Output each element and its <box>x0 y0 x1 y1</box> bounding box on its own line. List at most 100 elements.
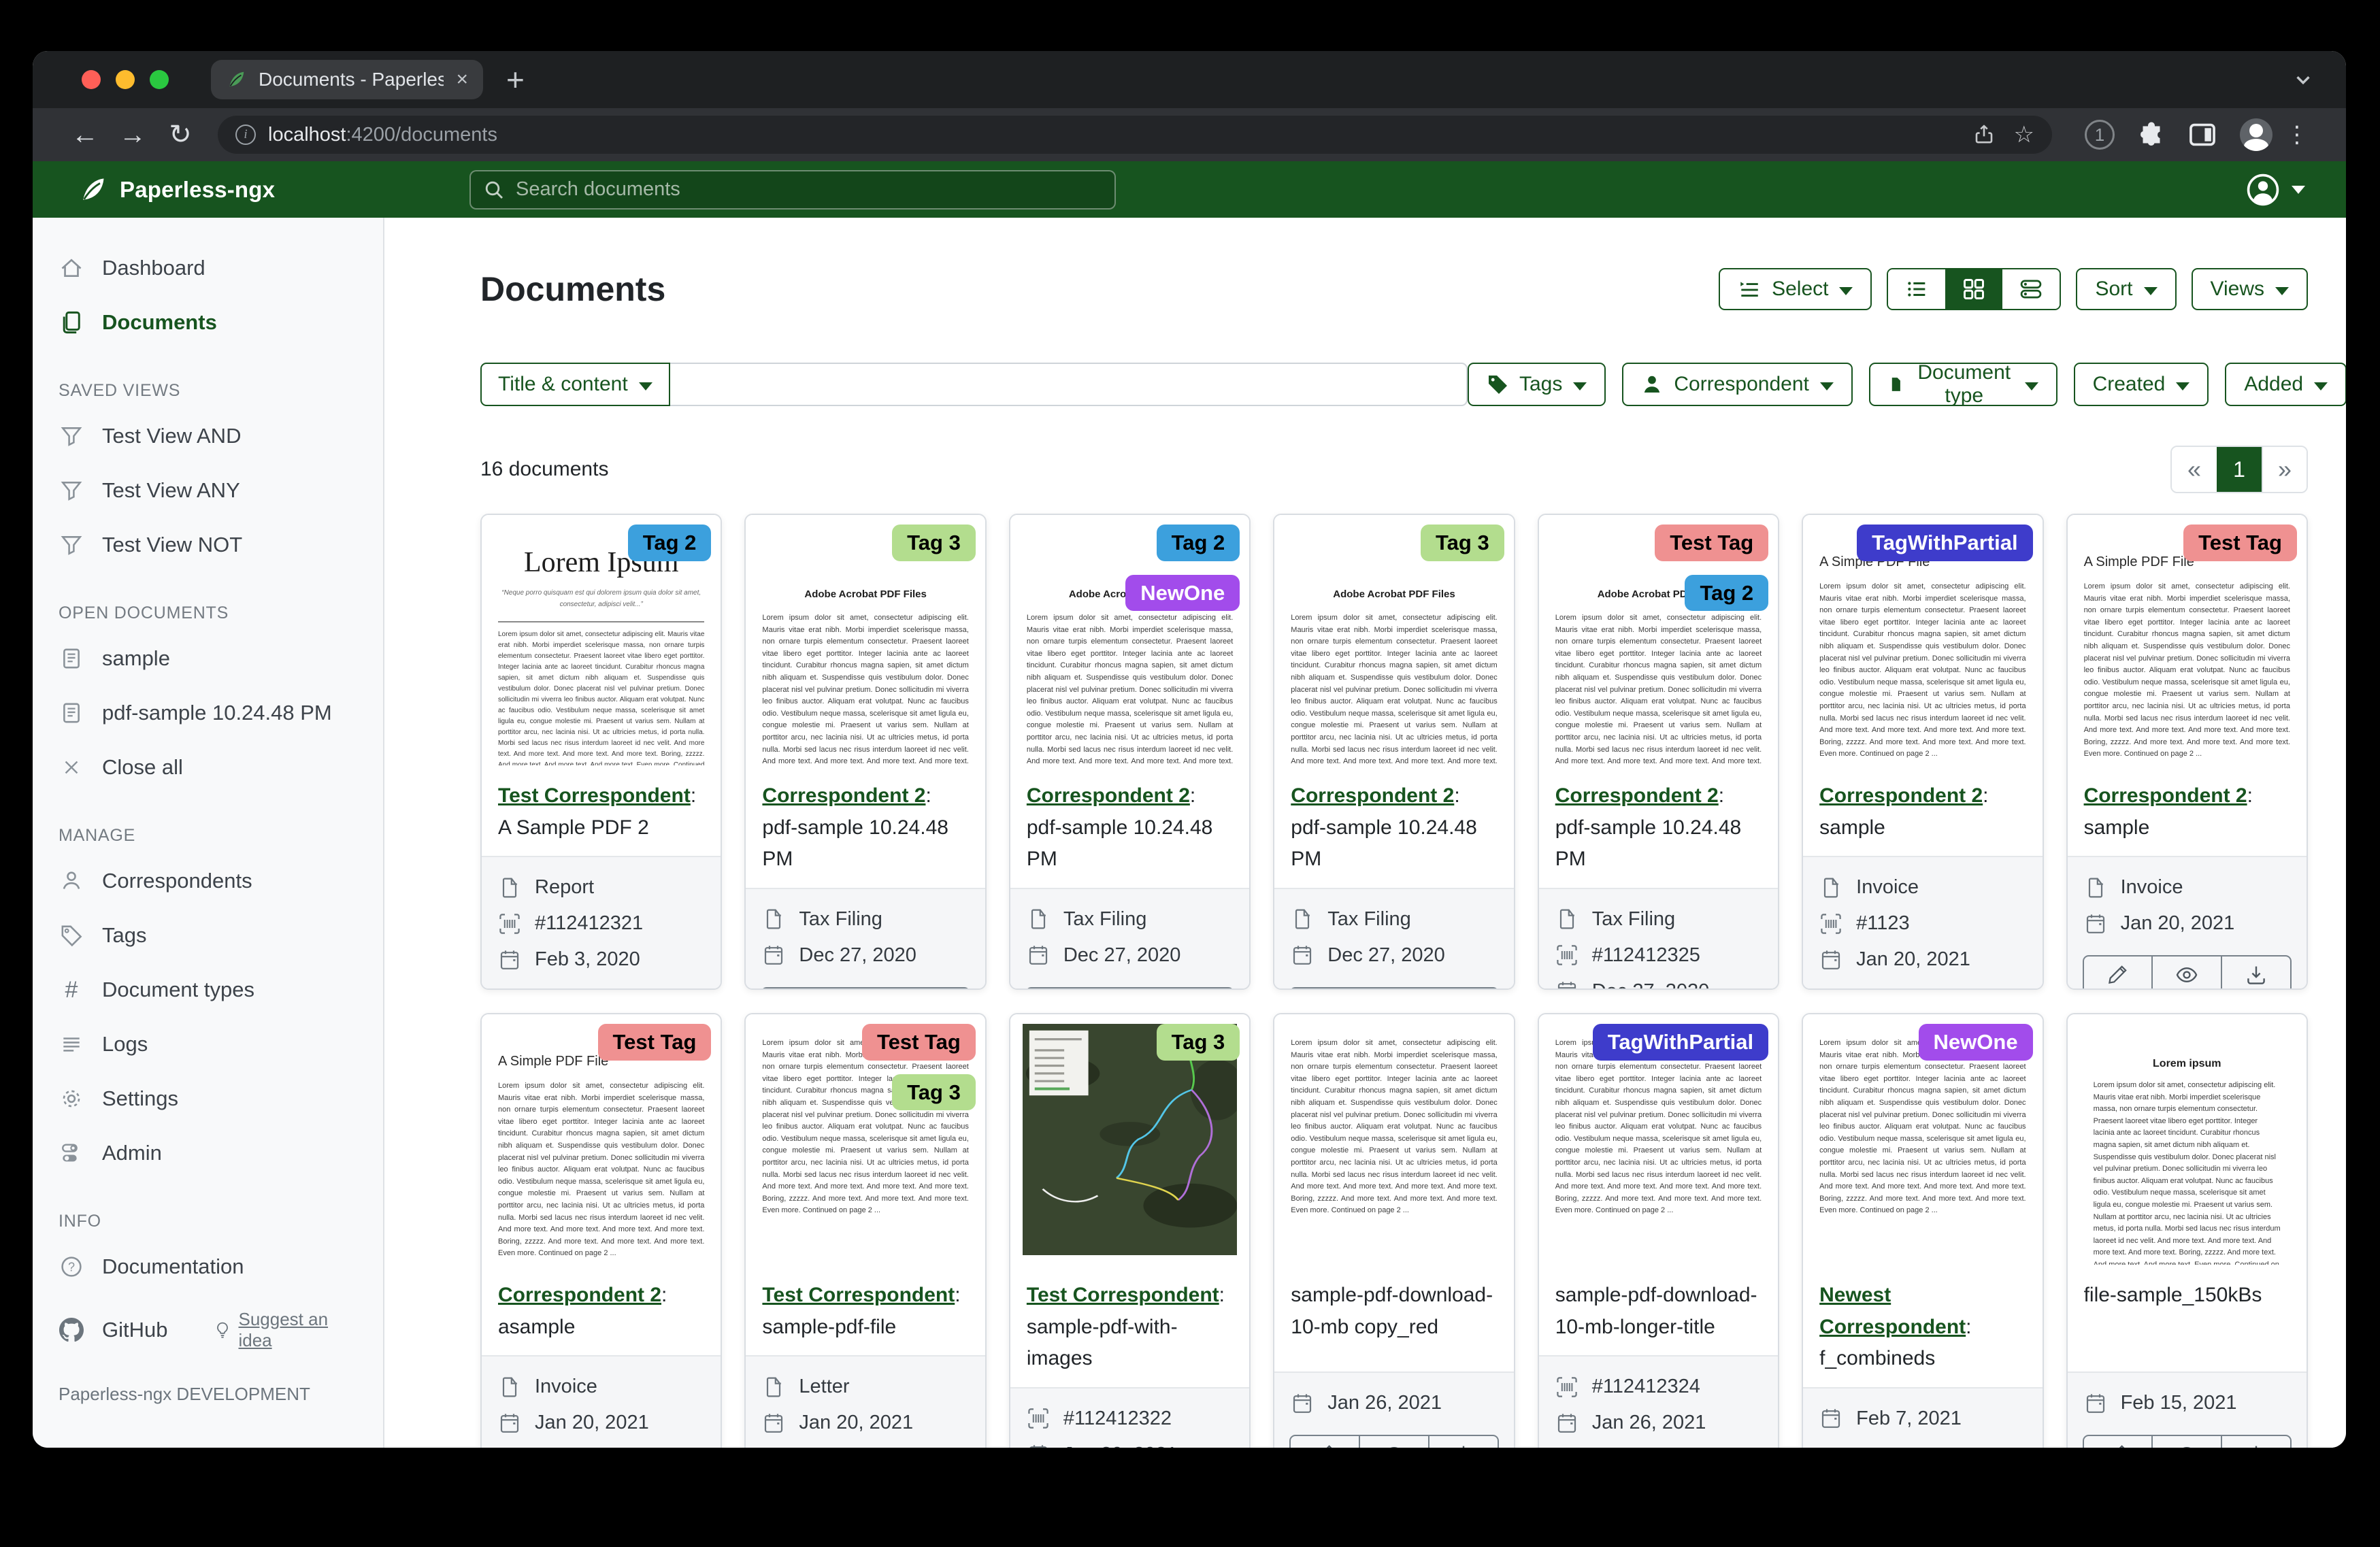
view-button[interactable] <box>831 987 901 991</box>
document-card[interactable]: Adobe Acrobat PDF Files “Neque porro qui… <box>1538 514 1779 990</box>
view-button[interactable] <box>2153 1435 2222 1448</box>
title-content-filter-input[interactable] <box>670 363 1468 406</box>
tag-badge[interactable]: Test Tag <box>2183 525 2297 561</box>
back-button[interactable]: ← <box>65 120 105 150</box>
download-button[interactable] <box>1165 987 1234 991</box>
tag-badge[interactable]: TagWithPartial <box>1857 525 2032 561</box>
edit-button[interactable] <box>2083 1435 2153 1448</box>
correspondent-link[interactable]: Test Correspondent <box>762 1284 955 1306</box>
download-button[interactable] <box>2222 1435 2292 1448</box>
correspondent-link[interactable]: Correspondent 2 <box>1819 784 1983 807</box>
tag-badge[interactable]: Tag 2 <box>1157 525 1240 561</box>
document-card[interactable]: Adobe Acrobat PDF Files “Neque porro qui… <box>1273 514 1515 990</box>
sidebar-item-test-view-any[interactable]: Test View ANY <box>33 463 383 518</box>
document-card[interactable]: “Neque porro quisquam est qui dolorem ip… <box>1273 1013 1515 1448</box>
share-icon[interactable] <box>1973 124 1995 146</box>
document-type-filter-button[interactable]: Document type <box>1869 363 2057 406</box>
sidebar-item-test-view-and[interactable]: Test View AND <box>33 409 383 463</box>
correspondent-link[interactable]: Correspondent 2 <box>762 784 925 807</box>
edit-button[interactable] <box>761 987 831 991</box>
sidebar-item-github[interactable]: GitHub Suggest an idea <box>33 1294 383 1366</box>
next-page-button[interactable]: » <box>2262 447 2307 492</box>
document-card[interactable]: “Neque porro quisquam est qui dolorem ip… <box>1802 1013 2043 1448</box>
tag-badge[interactable]: Tag 3 <box>892 525 976 561</box>
tag-badge[interactable]: Tag 2 <box>1685 575 1768 612</box>
tab-close-icon[interactable]: × <box>456 69 468 90</box>
document-thumbnail[interactable]: Adobe Acrobat PDF Files “Neque porro qui… <box>1539 515 1778 765</box>
address-bar[interactable]: i localhost:4200/documents ☆ <box>218 116 2052 154</box>
correspondent-link[interactable]: Test Correspondent <box>1027 1284 1219 1306</box>
select-button[interactable]: Select <box>1719 268 1872 310</box>
document-card[interactable]: “Neque porro quisquam est qui dolorem ip… <box>744 1013 986 1448</box>
edit-button[interactable] <box>1025 987 1096 991</box>
download-button[interactable] <box>901 987 970 991</box>
document-card[interactable]: A Simple PDF File “Neque porro quisquam … <box>1802 514 2043 990</box>
document-thumbnail[interactable]: Lorem Ipsum “Neque porro quisquam est qu… <box>482 515 721 765</box>
download-button[interactable] <box>1429 987 1499 991</box>
download-button[interactable] <box>1429 1435 1499 1448</box>
created-filter-button[interactable]: Created <box>2074 363 2209 406</box>
document-card[interactable]: “Neque porro quisquam est qui dolorem ip… <box>1009 1013 1251 1448</box>
detail-view-button[interactable] <box>2002 269 2060 309</box>
browser-menu-icon[interactable]: ⋮ <box>2281 121 2313 148</box>
correspondent-link[interactable]: Correspondent 2 <box>1555 784 1719 807</box>
document-card[interactable]: A Simple PDF File “Neque porro quisquam … <box>480 1013 722 1448</box>
sidebar-open-doc-pdf-sample[interactable]: pdf-sample 10.24.48 PM <box>33 686 383 740</box>
document-card[interactable]: “Neque porro quisquam est qui dolorem ip… <box>1538 1013 1779 1448</box>
minimize-window-button[interactable] <box>116 70 135 89</box>
document-thumbnail[interactable]: “Neque porro quisquam est qui dolorem ip… <box>1274 1014 1513 1265</box>
sidebar-item-settings[interactable]: Settings <box>33 1071 383 1126</box>
sidebar-item-documents[interactable]: Documents <box>33 295 383 350</box>
sidebar-open-doc-sample[interactable]: sample <box>33 631 383 686</box>
tag-badge[interactable]: NewOne <box>1919 1024 2033 1061</box>
view-button[interactable] <box>1096 987 1166 991</box>
edit-button[interactable] <box>2083 955 2153 990</box>
tag-badge[interactable]: Test Tag <box>1655 525 1768 561</box>
sidebar-item-correspondents[interactable]: Correspondents <box>33 854 383 908</box>
zoom-window-button[interactable] <box>150 70 169 89</box>
document-card[interactable]: A Simple PDF File “Neque porro quisquam … <box>2066 514 2308 990</box>
reload-button[interactable]: ↻ <box>161 119 200 150</box>
previous-page-button[interactable]: « <box>2172 447 2217 492</box>
sidebar-item-dashboard[interactable]: Dashboard <box>33 241 383 295</box>
document-thumbnail[interactable]: “Neque porro quisquam est qui dolorem ip… <box>1010 1014 1249 1265</box>
correspondent-link[interactable]: Newest Correspondent <box>1819 1284 1966 1338</box>
document-thumbnail[interactable]: Lorem ipsum “Neque porro quisquam est qu… <box>2068 1014 2307 1265</box>
tab-search-chevron-icon[interactable] <box>2293 69 2313 90</box>
sidebar-item-documentation[interactable]: ? Documentation <box>33 1240 383 1294</box>
sidebar-item-admin[interactable]: Admin <box>33 1126 383 1180</box>
forward-button[interactable]: → <box>113 120 152 150</box>
list-view-button[interactable] <box>1888 269 1945 309</box>
document-thumbnail[interactable]: A Simple PDF File “Neque porro quisquam … <box>1803 515 2042 765</box>
correspondent-link[interactable]: Correspondent 2 <box>2084 784 2247 807</box>
document-thumbnail[interactable]: A Simple PDF File “Neque porro quisquam … <box>2068 515 2307 765</box>
tag-badge[interactable]: Test Tag <box>862 1024 976 1061</box>
download-button[interactable] <box>2222 955 2292 990</box>
sidebar-item-tags[interactable]: Tags <box>33 908 383 963</box>
document-thumbnail[interactable]: Adobe Acrobat PDF Files “Neque porro qui… <box>1274 515 1513 765</box>
search-input[interactable] <box>514 178 1102 201</box>
correspondent-link[interactable]: Correspondent 2 <box>1027 784 1190 807</box>
user-menu[interactable] <box>2245 172 2305 207</box>
correspondent-link[interactable]: Test Correspondent <box>498 784 691 807</box>
password-manager-extension-icon[interactable]: 1 <box>2085 120 2115 150</box>
bookmark-star-icon[interactable]: ☆ <box>2014 121 2034 148</box>
tag-badge[interactable]: Tag 3 <box>1157 1024 1240 1061</box>
close-window-button[interactable] <box>82 70 101 89</box>
suggest-an-idea-link[interactable]: Suggest an idea <box>214 1309 357 1351</box>
tag-badge[interactable]: Test Tag <box>598 1024 712 1061</box>
edit-button[interactable] <box>1289 987 1360 991</box>
sidebar-item-document-types[interactable]: # Document types <box>33 963 383 1017</box>
sort-button[interactable]: Sort <box>2076 268 2176 310</box>
new-tab-button[interactable]: + <box>506 61 525 98</box>
views-button[interactable]: Views <box>2192 268 2308 310</box>
document-thumbnail[interactable]: Adobe Acrobat PDF Files “Neque porro qui… <box>746 515 985 765</box>
app-brand[interactable]: Paperless-ngx <box>78 175 275 205</box>
document-thumbnail[interactable]: A Simple PDF File “Neque porro quisquam … <box>482 1014 721 1265</box>
tag-badge[interactable]: TagWithPartial <box>1593 1024 1768 1061</box>
correspondent-link[interactable]: Correspondent 2 <box>1291 784 1454 807</box>
document-thumbnail[interactable]: “Neque porro quisquam est qui dolorem ip… <box>746 1014 985 1265</box>
document-thumbnail[interactable]: Adobe Acrobat PDF Files “Neque porro qui… <box>1010 515 1249 765</box>
tag-badge[interactable]: Tag 2 <box>628 525 712 561</box>
added-filter-button[interactable]: Added <box>2225 363 2346 406</box>
